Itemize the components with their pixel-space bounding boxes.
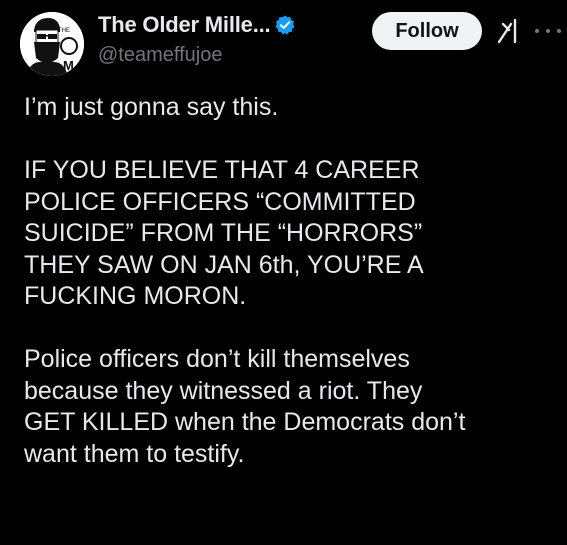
follow-button[interactable]: Follow	[372, 12, 482, 50]
more-dot-icon	[546, 29, 550, 33]
more-dot-icon	[557, 29, 561, 33]
avatar-text-top: THE	[58, 28, 70, 34]
verified-badge-icon[interactable]	[274, 14, 296, 36]
post-header: THE M The Older Mille... @teameffujoe Fo…	[20, 8, 561, 78]
post-text: I’m just gonna say this. IF YOU BELIEVE …	[24, 92, 554, 470]
author-name-block: The Older Mille... @teameffujoe	[98, 10, 296, 67]
more-dot-icon	[535, 29, 539, 33]
avatar[interactable]: THE M	[20, 12, 84, 76]
avatar-logo-icon: THE M	[20, 12, 84, 76]
post-card: THE M The Older Mille... @teameffujoe Fo…	[0, 0, 567, 545]
author-display-name[interactable]: The Older Mille...	[98, 12, 271, 38]
more-options-icon[interactable]	[535, 18, 561, 44]
display-name-row: The Older Mille...	[98, 10, 296, 40]
post-paragraph-intro: I’m just gonna say this.	[24, 93, 279, 121]
avatar-letter-m: M	[63, 58, 74, 73]
author-handle[interactable]: @teameffujoe	[98, 44, 296, 67]
grok-icon[interactable]	[495, 16, 525, 46]
post-paragraph-caps: IF YOU BELIEVE THAT 4 CAREER POLICE OFFI…	[24, 156, 424, 310]
post-paragraph-closing: Police officers don’t kill themselves be…	[24, 345, 466, 468]
